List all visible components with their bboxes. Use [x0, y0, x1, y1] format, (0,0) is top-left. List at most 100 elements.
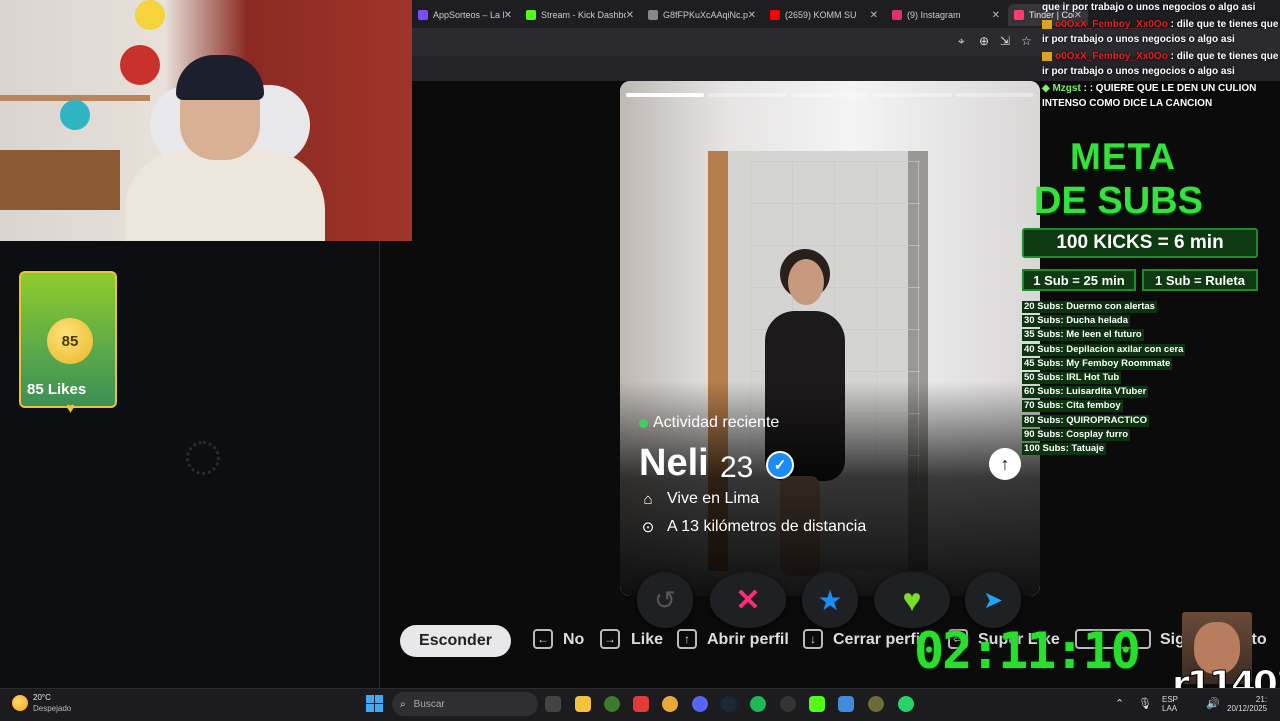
xbox-icon[interactable] — [604, 696, 620, 712]
sub-goal-item: 80 Subs: QUIROPRACTICO — [1022, 414, 1149, 427]
spotify-icon[interactable] — [750, 696, 766, 712]
goal-title-line1: META — [1070, 136, 1177, 177]
tab-close-icon[interactable]: ✕ — [748, 10, 756, 21]
windows-start-icon[interactable] — [366, 695, 383, 712]
shortcut-open-profile: Abrir perfil — [707, 631, 789, 648]
sub-roulette: 1 Sub = Ruleta — [1142, 269, 1258, 291]
tab-label: G8fFPKuXcAAqiNc.p — [663, 10, 748, 20]
kick-icon[interactable] — [809, 696, 825, 712]
photo-progress-segment[interactable] — [708, 93, 787, 97]
photo-progress-segment[interactable] — [790, 93, 870, 97]
file-explorer-icon[interactable] — [575, 696, 591, 712]
cabinet — [0, 150, 120, 210]
x-icon: ✕ — [735, 583, 761, 617]
discord-icon[interactable] — [692, 696, 708, 712]
verified-badge-icon: ✓ — [766, 451, 794, 479]
star-icon: ★ — [817, 584, 843, 616]
chat-message: o0OxX_Femboy_Xx0Oo : dile que te tienes … — [1042, 49, 1280, 79]
tab-favicon-icon — [648, 10, 658, 20]
sub-goal-item: 70 Subs: Cita femboy — [1022, 400, 1123, 413]
kicks-rate: 100 KICKS = 6 min — [1022, 228, 1258, 258]
browser-tab[interactable]: G8fFPKuXcAAqiNc.p ✕ — [642, 4, 762, 26]
profile-name: Neli — [639, 442, 709, 484]
boost-button[interactable]: ➤ — [965, 572, 1021, 628]
tab-label: AppSorteos – La Rule — [433, 10, 504, 20]
steam-icon[interactable] — [721, 696, 737, 712]
online-dot-icon — [639, 418, 648, 428]
rewind-button[interactable]: ↺ — [637, 572, 693, 628]
weather-sun-icon[interactable] — [12, 695, 28, 711]
clock-date: 20/12/2025 — [1227, 704, 1268, 713]
app-icon[interactable] — [838, 696, 854, 712]
task-view-icon[interactable] — [545, 696, 561, 712]
right-arrow-key-icon: → — [600, 629, 620, 649]
tab-close-icon[interactable]: ✕ — [626, 10, 634, 21]
lang-layout: LAA — [1162, 704, 1178, 713]
bookmark-star-icon[interactable]: ☆ — [1021, 34, 1032, 48]
location-icon[interactable]: ⌖ — [958, 34, 965, 49]
photo-person-face — [788, 259, 824, 305]
language-indicator[interactable]: ESP LAA — [1162, 695, 1178, 713]
obs-icon[interactable] — [780, 696, 796, 712]
chrome-icon[interactable] — [662, 696, 678, 712]
tab-favicon-icon — [1014, 10, 1024, 20]
likes-count-badge: 85 — [47, 318, 93, 364]
zoom-icon[interactable]: ⊕ — [979, 34, 989, 48]
sub-goal-item: 100 Subs: Tatuaje — [1022, 443, 1107, 455]
photo-progress-segment[interactable] — [955, 93, 1034, 97]
hide-button[interactable]: Esconder — [400, 625, 511, 657]
clock-time: 21: — [1255, 695, 1268, 704]
chat-message: ◆ Mzgst : : QUIERE QUE LE DEN UN CULION … — [1042, 81, 1280, 111]
home-icon: ⌂ — [643, 490, 653, 508]
tab-close-icon[interactable]: ✕ — [504, 10, 512, 21]
profile-lives: ⌂ Vive en Lima — [639, 490, 759, 508]
shortcut-no: No — [563, 631, 585, 648]
gold-heart-icon: ♥ — [66, 400, 75, 417]
browser-tab[interactable]: (2659) KOMM SU ✕ — [764, 4, 884, 26]
recent-activity: Actividad reciente — [639, 414, 779, 432]
goal-title-line2: DE SUBS — [1034, 180, 1203, 222]
tab-close-icon[interactable]: ✕ — [992, 10, 1000, 21]
location-pin-icon: ⊙ — [641, 519, 655, 536]
superlike-button[interactable]: ★ — [802, 572, 858, 628]
diamond-badge-icon: ◆ — [1042, 83, 1053, 94]
chat-username[interactable]: Mzgst — [1052, 83, 1080, 94]
tray-chevron-icon[interactable]: ⌃ — [1115, 697, 1124, 710]
nope-button[interactable]: ✕ — [710, 572, 786, 628]
profile-distance: ⊙ A 13 kilómetros de distancia — [639, 518, 867, 536]
chat-username[interactable]: o0OxX_Femboy_Xx0Oo — [1055, 51, 1168, 62]
chat-username[interactable]: o0OxX_Femboy_Xx0Oo — [1055, 19, 1168, 30]
rewind-icon: ↺ — [654, 584, 676, 615]
activity-label: Actividad reciente — [653, 414, 780, 431]
up-arrow-key-icon: ↑ — [677, 629, 697, 649]
whatsapp-icon[interactable] — [898, 696, 914, 712]
browser-tab[interactable]: AppSorteos – La Rule✕ — [412, 4, 518, 26]
loading-spinner-icon — [186, 441, 220, 475]
tab-favicon-icon — [770, 10, 780, 20]
volume-icon[interactable]: 🔊 — [1206, 697, 1220, 710]
chat-text: que ir por trabajo o unos negocios o alg… — [1042, 2, 1256, 13]
app-icon[interactable] — [868, 696, 884, 712]
open-profile-button[interactable]: ↑ — [989, 448, 1021, 480]
browser-tab[interactable]: (9) Instagram ✕ — [886, 4, 1006, 26]
taskbar-search[interactable]: ⌕ Buscar — [392, 692, 538, 716]
photo-progress-segment[interactable] — [873, 93, 952, 97]
app-icon[interactable] — [633, 696, 649, 712]
weather-temp[interactable]: 20°C — [33, 693, 51, 702]
tab-close-icon[interactable]: ✕ — [870, 10, 878, 21]
distance-label: A 13 kilómetros de distancia — [667, 518, 867, 535]
browser-tab[interactable]: Stream - Kick Dashbo ✕ — [520, 4, 640, 26]
like-button[interactable]: ♥ — [874, 572, 950, 628]
weather-desc[interactable]: Despejado — [33, 704, 71, 713]
sub-badge-icon — [1042, 19, 1052, 29]
send-icon: ➤ — [982, 586, 1004, 614]
down-arrow-key-icon: ↓ — [803, 629, 823, 649]
sub-badge-icon — [1042, 51, 1052, 61]
photo-progress-segment[interactable] — [626, 93, 705, 97]
tab-favicon-icon — [892, 10, 902, 20]
clock[interactable]: 21: 20/12/2025 — [1227, 695, 1267, 713]
microphone-icon[interactable]: 🎙 — [1138, 697, 1152, 710]
search-icon: ⌕ — [400, 698, 406, 710]
install-icon[interactable]: ⇲ — [1000, 34, 1010, 48]
likes-you-card[interactable]: 85 85 Likes ♥ — [19, 271, 117, 417]
